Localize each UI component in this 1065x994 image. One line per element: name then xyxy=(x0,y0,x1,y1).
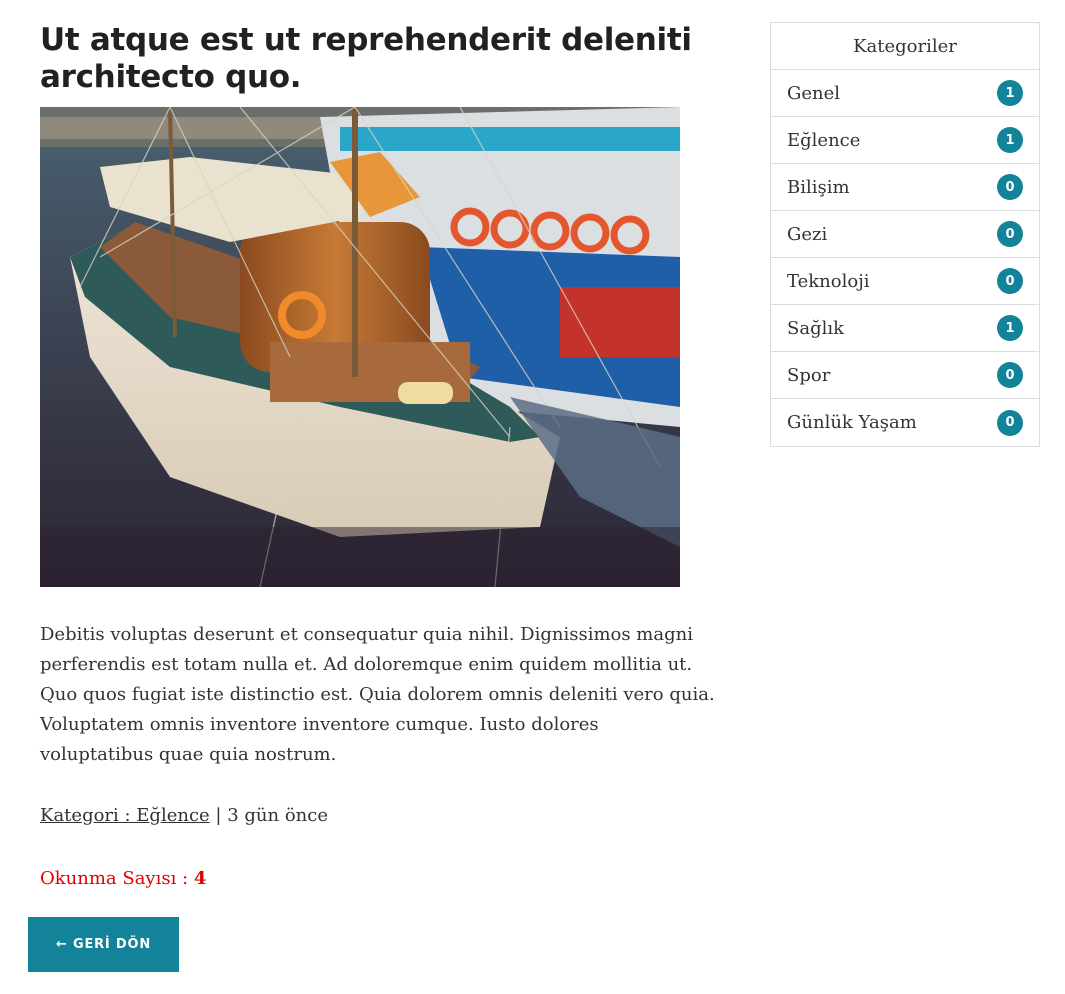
category-list: Genel 1 Eğlence 1 Bilişim 0 Gezi 0 Tekno… xyxy=(771,70,1039,446)
category-count-badge: 0 xyxy=(997,268,1023,294)
post-meta: Kategori : Eğlence | 3 gün önce xyxy=(40,801,328,831)
category-item-spor[interactable]: Spor 0 xyxy=(771,352,1039,399)
category-item-gunluk-yasam[interactable]: Günlük Yaşam 0 xyxy=(771,399,1039,446)
back-button[interactable]: ← GERİ DÖN xyxy=(28,917,179,972)
category-count-badge: 0 xyxy=(997,409,1023,436)
category-label: Bilişim xyxy=(787,176,850,198)
sidebar-title: Kategoriler xyxy=(771,23,1039,70)
post-body: Debitis voluptas deserunt et consequatur… xyxy=(40,624,715,765)
category-label: Spor xyxy=(787,364,831,386)
category-item-eglence[interactable]: Eğlence 1 xyxy=(771,117,1039,164)
category-item-genel[interactable]: Genel 1 xyxy=(771,70,1039,117)
category-count-badge: 0 xyxy=(997,174,1023,200)
category-label: Teknoloji xyxy=(787,270,870,292)
category-label: Genel xyxy=(787,82,841,104)
view-count-label: Okunma Sayısı : xyxy=(40,868,194,889)
category-count-badge: 1 xyxy=(997,127,1023,153)
view-count-value: 4 xyxy=(193,868,207,889)
category-label: Günlük Yaşam xyxy=(787,412,917,433)
category-item-bilisim[interactable]: Bilişim 0 xyxy=(771,164,1039,211)
category-count-badge: 0 xyxy=(997,362,1023,388)
post-time: 3 gün önce xyxy=(227,805,328,826)
back-button-label: ← GERİ DÖN xyxy=(55,937,152,952)
category-label: Eğlence xyxy=(787,129,861,151)
category-link[interactable]: Kategori : Eğlence xyxy=(40,805,210,826)
view-count: Okunma Sayısı : 4 xyxy=(40,864,206,894)
category-item-teknoloji[interactable]: Teknoloji 0 xyxy=(771,258,1039,305)
category-count-badge: 0 xyxy=(997,221,1023,247)
category-sidebar: Kategoriler Genel 1 Eğlence 1 Bilişim 0 … xyxy=(770,22,1040,447)
post-image xyxy=(40,107,680,587)
category-count-badge: 1 xyxy=(997,315,1023,341)
category-count-badge: 1 xyxy=(997,80,1023,106)
category-label: Sağlık xyxy=(787,317,845,339)
meta-separator: | xyxy=(209,805,228,826)
category-item-gezi[interactable]: Gezi 0 xyxy=(771,211,1039,258)
category-item-saglik[interactable]: Sağlık 1 xyxy=(771,305,1039,352)
post-title: Ut atque est ut reprehenderit deleniti a… xyxy=(40,22,692,95)
category-label: Gezi xyxy=(787,223,828,245)
